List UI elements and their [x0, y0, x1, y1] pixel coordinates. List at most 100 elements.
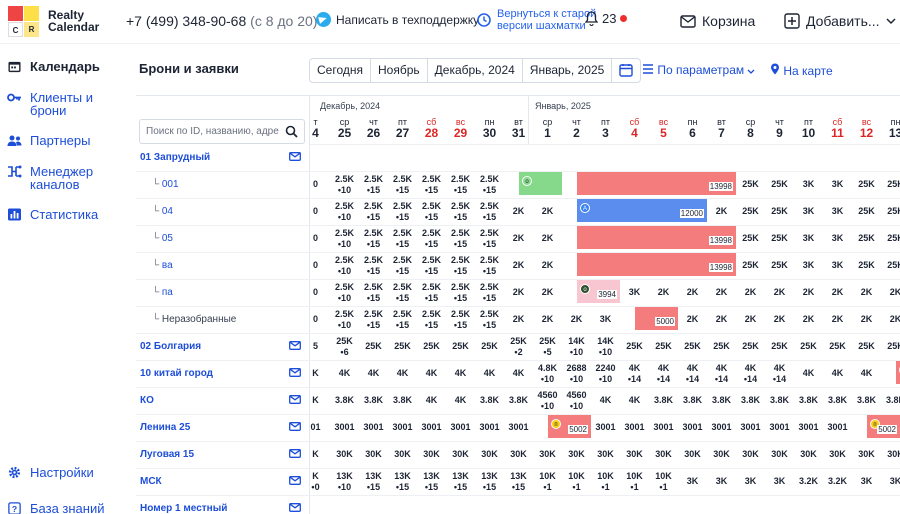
price-cell[interactable]: 3001: [649, 422, 678, 433]
price-cell[interactable]: 4.8K •10: [533, 363, 562, 385]
price-cell[interactable]: 14K •10: [562, 336, 591, 358]
price-cell[interactable]: 2K: [881, 314, 900, 325]
object-group-row[interactable]: 10 китай город: [136, 360, 310, 388]
booking-bar[interactable]: 5000: [635, 307, 678, 332]
price-cell[interactable]: 2.5K •15: [417, 255, 446, 277]
price-cell[interactable]: 30K: [475, 449, 504, 460]
price-cell[interactable]: 30K: [678, 449, 707, 460]
price-cell[interactable]: 25K: [417, 341, 446, 352]
price-cell[interactable]: 3K: [765, 476, 794, 487]
booking-bar[interactable]: о 3994: [577, 280, 620, 305]
price-cell[interactable]: 2688 •10: [562, 363, 591, 385]
booking-bar[interactable]: 13998: [577, 226, 736, 251]
booking-bar[interactable]: 13998: [577, 253, 736, 278]
price-cell[interactable]: 3.8K: [852, 395, 881, 406]
price-cell[interactable]: 4K: [446, 395, 475, 406]
price-cell[interactable]: 25K: [736, 341, 765, 352]
today-button[interactable]: Сегодня: [310, 59, 371, 82]
price-cell[interactable]: 25K: [852, 341, 881, 352]
price-cell[interactable]: 25K: [881, 206, 900, 217]
price-cell[interactable]: 13K •15: [504, 471, 533, 493]
price-cell[interactable]: 2K: [533, 233, 562, 244]
price-cell[interactable]: 2K: [533, 260, 562, 271]
price-cell[interactable]: 2.5K •10: [330, 255, 359, 277]
price-cell[interactable]: 3001: [475, 422, 504, 433]
price-cell[interactable]: 2.5K •10: [330, 309, 359, 331]
price-cell[interactable]: 2K: [504, 314, 533, 325]
notifications[interactable]: 23: [585, 11, 628, 26]
booking-bar[interactable]: о: [519, 172, 562, 197]
price-cell[interactable]: 2.5K •15: [417, 228, 446, 250]
price-cell[interactable]: 25K: [881, 341, 900, 352]
price-cell[interactable]: 2.5K •15: [359, 228, 388, 250]
sidebar-item-channels[interactable]: Менеджер каналов: [7, 165, 93, 191]
object-group-row[interactable]: 02 Болгария: [136, 333, 310, 361]
price-cell[interactable]: 3K: [591, 314, 620, 325]
price-cell[interactable]: 2.5K •15: [446, 174, 475, 196]
price-cell[interactable]: 2K: [823, 314, 852, 325]
sidebar-item-settings[interactable]: Настройки: [7, 466, 94, 479]
price-cell[interactable]: 25K: [446, 341, 475, 352]
price-cell[interactable]: 2.5K •15: [475, 228, 504, 250]
mail-icon[interactable]: [289, 152, 301, 161]
price-cell[interactable]: 3.2K: [823, 476, 852, 487]
price-cell[interactable]: 13K •15: [359, 471, 388, 493]
price-cell[interactable]: 2.5K •15: [475, 282, 504, 304]
price-cell[interactable]: 2.5K •15: [446, 282, 475, 304]
booking-bar[interactable]: 13998: [577, 172, 736, 197]
object-row[interactable]: └ Неразобранные: [136, 306, 310, 334]
price-cell[interactable]: 3001: [707, 422, 736, 433]
price-cell[interactable]: 2K: [562, 314, 591, 325]
price-cell[interactable]: 2K: [881, 287, 900, 298]
price-cell[interactable]: 2K: [852, 314, 881, 325]
price-cell[interactable]: 2.5K •15: [446, 309, 475, 331]
price-cell[interactable]: 25K •5: [533, 336, 562, 358]
price-cell[interactable]: 3001: [446, 422, 475, 433]
price-cell[interactable]: 25K •6: [330, 336, 359, 358]
price-cell[interactable]: 2.5K •15: [475, 174, 504, 196]
support-link[interactable]: Написать в техподдержку: [316, 12, 479, 27]
price-cell[interactable]: 4K: [823, 368, 852, 379]
price-cell[interactable]: 2K: [765, 287, 794, 298]
price-cell[interactable]: 2.5K •15: [446, 255, 475, 277]
price-cell[interactable]: 30K: [330, 449, 359, 460]
price-cell[interactable]: 30K: [359, 449, 388, 460]
price-cell[interactable]: 30K: [649, 449, 678, 460]
price-cell[interactable]: 30K: [533, 449, 562, 460]
mail-icon[interactable]: [289, 449, 301, 458]
price-cell[interactable]: 10K •1: [649, 471, 678, 493]
price-cell[interactable]: 3K: [852, 476, 881, 487]
price-cell[interactable]: 2K: [504, 206, 533, 217]
price-cell[interactable]: 3.8K: [359, 395, 388, 406]
price-cell[interactable]: 2240 •10: [591, 363, 620, 385]
price-cell[interactable]: 3.8K: [765, 395, 794, 406]
object-group-row[interactable]: Луговая 15: [136, 441, 310, 469]
sidebar-item-statistics[interactable]: Статистика: [7, 208, 98, 221]
add-button[interactable]: Добавить...: [784, 13, 896, 29]
price-cell[interactable]: 3K: [620, 287, 649, 298]
price-cell[interactable]: 2.5K •15: [475, 309, 504, 331]
price-cell[interactable]: 13K •15: [446, 471, 475, 493]
price-cell[interactable]: 2K: [678, 314, 707, 325]
price-cell[interactable]: 3K: [823, 233, 852, 244]
price-cell[interactable]: 4K: [446, 368, 475, 379]
price-cell[interactable]: 25K: [881, 260, 900, 271]
price-cell[interactable]: 3.8K: [504, 395, 533, 406]
mail-icon[interactable]: [289, 422, 301, 431]
price-cell[interactable]: 3K: [736, 476, 765, 487]
search-input[interactable]: Поиск по ID, названию, адре: [139, 119, 305, 144]
price-cell[interactable]: 30K: [504, 449, 533, 460]
price-cell[interactable]: 2.5K •15: [475, 201, 504, 223]
price-cell[interactable]: 2K: [533, 314, 562, 325]
price-cell[interactable]: 4K: [591, 395, 620, 406]
price-cell[interactable]: 30K: [852, 449, 881, 460]
price-cell[interactable]: 4K: [359, 368, 388, 379]
logo[interactable]: C R: [8, 6, 40, 38]
price-cell[interactable]: 25K: [736, 233, 765, 244]
price-cell[interactable]: 2.5K •15: [388, 201, 417, 223]
price-cell[interactable]: 3001: [359, 422, 388, 433]
price-cell[interactable]: 2K: [533, 206, 562, 217]
price-cell[interactable]: 2.5K •15: [417, 309, 446, 331]
object-row[interactable]: └ 04: [136, 198, 310, 226]
mail-icon[interactable]: [289, 476, 301, 485]
